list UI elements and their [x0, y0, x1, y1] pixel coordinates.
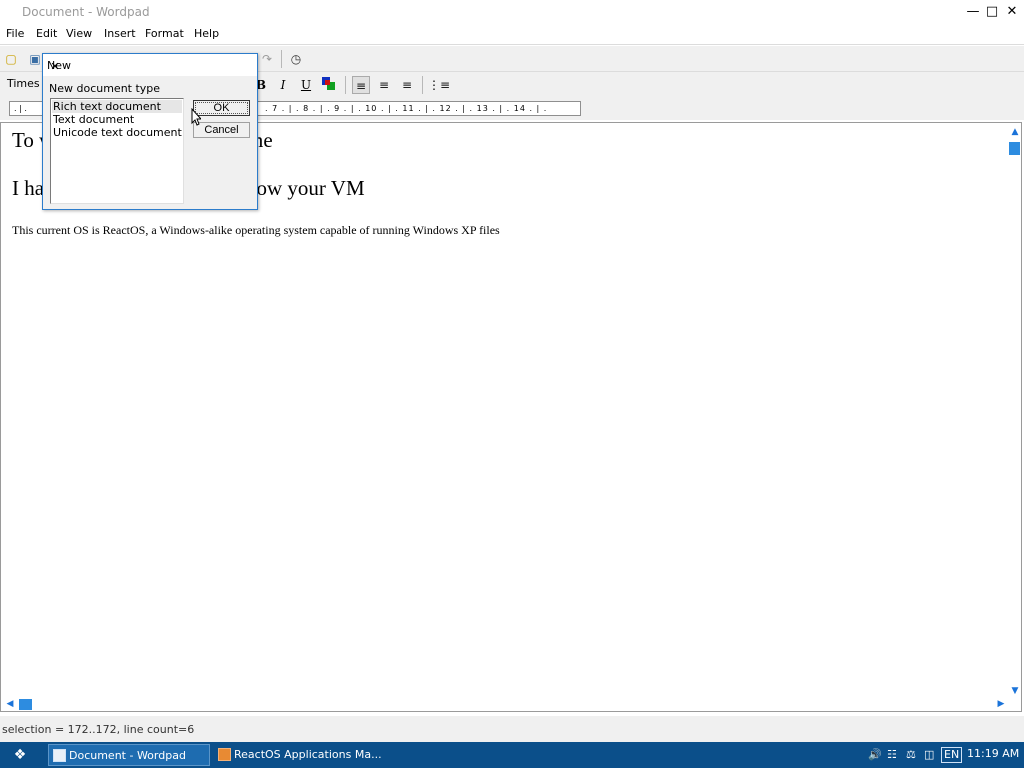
status-bar: selection = 172..172, line count=6 — [0, 716, 1024, 742]
list-item-text[interactable]: Text document — [52, 113, 182, 126]
document-line-2-end: now your VM — [246, 176, 365, 200]
align-left-icon[interactable]: ≡ — [352, 76, 370, 94]
date-time-icon[interactable]: ◷ — [287, 50, 305, 68]
task-applications-manager[interactable]: ReactOS Applications Ma... — [214, 744, 382, 766]
menu-bar: File Edit View Insert Format Help — [0, 25, 1024, 45]
display-icon[interactable]: ◫ — [924, 745, 934, 765]
scroll-left-icon[interactable]: ◀ — [4, 698, 16, 711]
network-icon[interactable]: ☷ — [887, 745, 897, 765]
mouse-cursor-icon — [191, 108, 201, 126]
document-paragraph: This current OS is ReactOS, a Windows-al… — [12, 223, 500, 237]
toolbar-separator — [281, 50, 282, 68]
language-indicator[interactable]: EN — [941, 747, 963, 763]
menu-help[interactable]: Help — [192, 27, 221, 40]
menu-edit[interactable]: Edit — [34, 27, 59, 40]
document-line-2-start: I ha — [12, 176, 45, 200]
menu-format[interactable]: Format — [143, 27, 186, 40]
scroll-down-icon[interactable]: ▼ — [1009, 685, 1021, 697]
document-area[interactable]: To w me I ha now your VM This current OS i… — [2, 124, 1008, 698]
vertical-scroll-thumb[interactable] — [1009, 142, 1020, 155]
scroll-up-icon[interactable]: ▲ — [1009, 126, 1021, 138]
toolbar-separator — [345, 76, 346, 94]
list-item-unicode-text[interactable]: Unicode text document — [52, 126, 182, 139]
horizontal-scroll-thumb[interactable] — [19, 699, 32, 710]
vertical-scrollbar[interactable]: ▲ ▼ — [1008, 124, 1021, 698]
ok-button[interactable]: OK — [193, 100, 250, 116]
ruler-marks: . 7 . | . 8 . | . 9 . | . 10 . | . 11 . … — [265, 104, 548, 113]
task-applications-manager-label: ReactOS Applications Ma... — [234, 748, 382, 761]
color-picker-icon[interactable] — [320, 76, 338, 94]
close-icon[interactable]: ✕ — [1003, 3, 1021, 21]
toolbar-separator — [422, 76, 423, 94]
redo-icon[interactable]: ↷ — [258, 50, 276, 68]
document-type-label: New document type — [49, 82, 161, 95]
scroll-right-icon[interactable]: ▶ — [995, 698, 1007, 711]
new-document-icon[interactable]: ▢ — [2, 50, 20, 68]
menu-file[interactable]: File — [4, 27, 26, 40]
minimize-icon[interactable]: — — [964, 3, 982, 21]
start-button[interactable]: ❖ — [0, 743, 40, 767]
status-text: selection = 172..172, line count=6 — [2, 723, 195, 736]
dialog-close-icon[interactable]: ✕ — [47, 59, 63, 75]
underline-button[interactable]: U — [297, 76, 315, 94]
ruler-marks-left: . | . — [14, 104, 27, 113]
volume-icon[interactable]: 🔊 — [868, 745, 882, 765]
wordpad-icon — [53, 749, 66, 762]
dialog-title-bar[interactable]: New ✕ — [43, 54, 257, 76]
maximize-icon[interactable]: □ — [983, 3, 1001, 21]
clock: 11:19 AM — [967, 747, 1020, 760]
list-item-rich-text[interactable]: Rich text document — [52, 100, 182, 113]
bullet-list-icon[interactable]: ⋮≡ — [428, 76, 450, 94]
menu-insert[interactable]: Insert — [102, 27, 138, 40]
document-frame: To w me I ha now your VM This current OS i… — [0, 122, 1022, 712]
new-document-dialog: New ✕ New document type Rich text docume… — [42, 53, 258, 210]
align-center-icon[interactable]: ≡ — [375, 76, 393, 94]
horizontal-scrollbar[interactable]: ◀ ▶ — [2, 698, 1008, 711]
cancel-button[interactable]: Cancel — [193, 122, 250, 138]
document-type-list[interactable]: Rich text document Text document Unicode… — [50, 98, 184, 204]
task-wordpad[interactable]: Document - Wordpad — [48, 744, 210, 766]
menu-view[interactable]: View — [64, 27, 94, 40]
window-title: Document - Wordpad — [22, 5, 150, 19]
task-wordpad-label: Document - Wordpad — [69, 749, 186, 762]
applications-manager-icon — [218, 748, 231, 761]
document-line-2: I ha now your VM — [12, 176, 365, 201]
taskbar: ❖ Document - Wordpad ReactOS Application… — [0, 742, 1024, 768]
align-right-icon[interactable]: ≡ — [398, 76, 416, 94]
usb-icon[interactable]: ⚖ — [906, 745, 916, 765]
italic-button[interactable]: I — [274, 76, 292, 94]
title-bar: Document - Wordpad — □ ✕ — [0, 0, 1024, 25]
